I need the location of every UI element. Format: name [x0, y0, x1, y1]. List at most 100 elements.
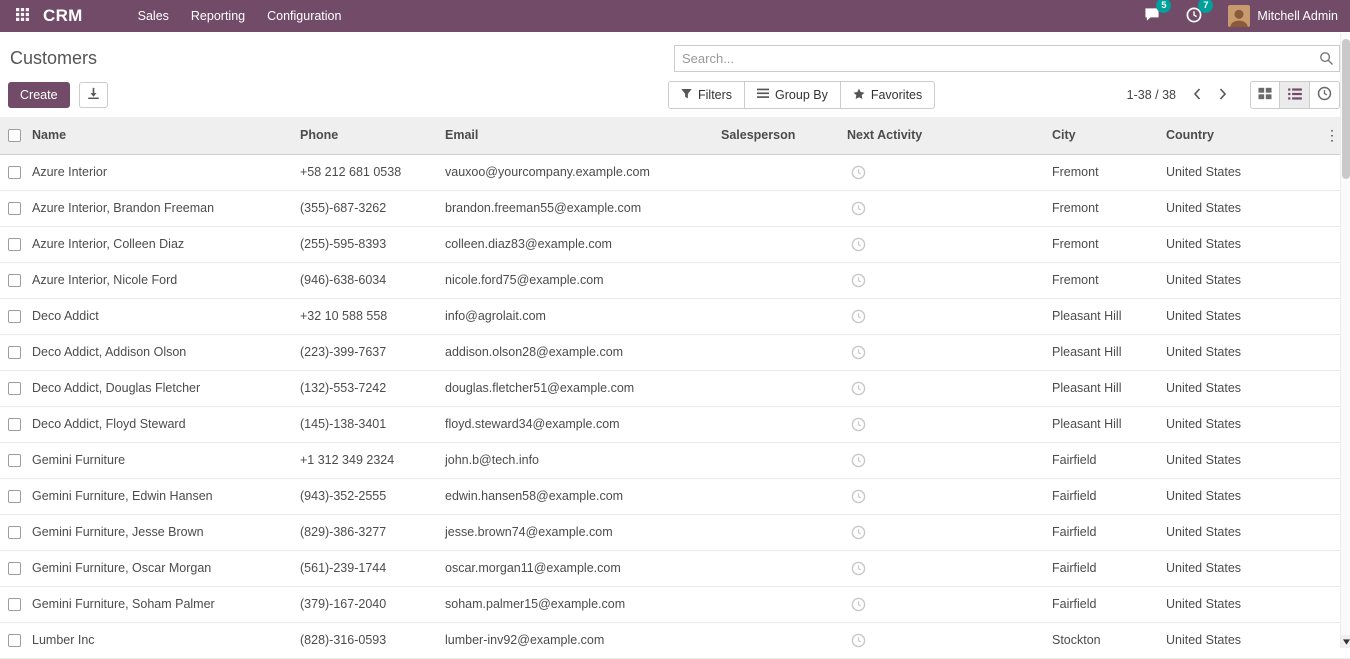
- row-select-cell: [0, 406, 26, 442]
- row-checkbox[interactable]: [8, 382, 21, 395]
- select-all-checkbox[interactable]: [8, 129, 21, 142]
- row-checkbox[interactable]: [8, 526, 21, 539]
- row-checkbox[interactable]: [8, 238, 21, 251]
- cell-next-activity: [841, 190, 1046, 226]
- menu-configuration[interactable]: Configuration: [256, 0, 352, 32]
- export-button[interactable]: [79, 82, 108, 108]
- group-by-button[interactable]: Group By: [745, 81, 841, 109]
- schedule-activity-clock-icon[interactable]: [847, 308, 866, 322]
- schedule-activity-clock-icon[interactable]: [847, 452, 866, 466]
- messages-button[interactable]: 5: [1132, 2, 1172, 30]
- menu-reporting[interactable]: Reporting: [180, 0, 256, 32]
- schedule-activity-clock-icon[interactable]: [847, 488, 866, 502]
- cell-name: Gemini Furniture, Soham Palmer: [26, 586, 294, 622]
- control-panel-top: Customers: [0, 32, 1350, 79]
- table-row[interactable]: Gemini Furniture, Oscar Morgan (561)-239…: [0, 550, 1350, 586]
- navbar-right: 5 7 Mitchell Admin: [1132, 2, 1342, 31]
- row-checkbox[interactable]: [8, 310, 21, 323]
- cell-empty: [1266, 298, 1350, 334]
- activity-view-button[interactable]: [1310, 81, 1340, 109]
- kanban-grid-icon: [1258, 87, 1272, 103]
- app-brand[interactable]: CRM: [43, 6, 83, 26]
- favorites-button[interactable]: Favorites: [841, 81, 935, 109]
- column-header-country[interactable]: Country: [1160, 117, 1266, 154]
- table-row[interactable]: Azure Interior, Nicole Ford (946)-638-60…: [0, 262, 1350, 298]
- apps-menu-button[interactable]: [8, 4, 37, 28]
- column-header-next-activity[interactable]: Next Activity: [841, 117, 1046, 154]
- filters-button[interactable]: Filters: [668, 81, 745, 109]
- control-panel-right: Filters Group By Favorites 1-38 / 38: [668, 81, 1340, 109]
- schedule-activity-clock-icon[interactable]: [847, 164, 866, 178]
- row-checkbox[interactable]: [8, 490, 21, 503]
- cell-email: jesse.brown74@example.com: [439, 514, 715, 550]
- schedule-activity-clock-icon[interactable]: [847, 632, 866, 646]
- row-select-cell: [0, 478, 26, 514]
- schedule-activity-clock-icon[interactable]: [847, 344, 866, 358]
- table-row[interactable]: Deco Addict, Douglas Fletcher (132)-553-…: [0, 370, 1350, 406]
- cell-city: Fairfield: [1046, 514, 1160, 550]
- row-select-cell: [0, 550, 26, 586]
- row-checkbox[interactable]: [8, 202, 21, 215]
- row-select-cell: [0, 190, 26, 226]
- avatar: [1228, 5, 1250, 27]
- row-checkbox[interactable]: [8, 634, 21, 647]
- cell-salesperson: [715, 514, 841, 550]
- table-row[interactable]: Gemini Furniture, Soham Palmer (379)-167…: [0, 586, 1350, 622]
- cell-empty: [1266, 406, 1350, 442]
- cell-phone: +1 312 349 2324: [294, 442, 439, 478]
- create-button[interactable]: Create: [8, 82, 70, 108]
- pager-previous-button[interactable]: [1184, 84, 1210, 107]
- table-row[interactable]: Gemini Furniture +1 312 349 2324 john.b@…: [0, 442, 1350, 478]
- schedule-activity-clock-icon[interactable]: [847, 200, 866, 214]
- table-row[interactable]: Deco Addict +32 10 588 558 info@agrolait…: [0, 298, 1350, 334]
- schedule-activity-clock-icon[interactable]: [847, 380, 866, 394]
- cell-city: Stockton: [1046, 622, 1160, 658]
- column-header-name[interactable]: Name: [26, 117, 294, 154]
- table-row[interactable]: Gemini Furniture, Jesse Brown (829)-386-…: [0, 514, 1350, 550]
- schedule-activity-clock-icon[interactable]: [847, 272, 866, 286]
- table-row[interactable]: Lumber Inc (828)-316-0593 lumber-inv92@e…: [0, 622, 1350, 658]
- row-checkbox[interactable]: [8, 166, 21, 179]
- row-select-cell: [0, 298, 26, 334]
- table-row[interactable]: Deco Addict, Addison Olson (223)-399-763…: [0, 334, 1350, 370]
- row-checkbox[interactable]: [8, 418, 21, 431]
- list-view-button[interactable]: [1280, 81, 1310, 109]
- search-icon[interactable]: [1319, 51, 1334, 69]
- kanban-view-button[interactable]: [1250, 81, 1280, 109]
- schedule-activity-clock-icon[interactable]: [847, 524, 866, 538]
- row-checkbox[interactable]: [8, 346, 21, 359]
- cell-name: Deco Addict, Addison Olson: [26, 334, 294, 370]
- table-row[interactable]: Azure Interior, Colleen Diaz (255)-595-8…: [0, 226, 1350, 262]
- row-checkbox[interactable]: [8, 454, 21, 467]
- activities-button[interactable]: 7: [1174, 2, 1214, 31]
- column-header-salesperson[interactable]: Salesperson: [715, 117, 841, 154]
- user-menu[interactable]: Mitchell Admin: [1216, 5, 1342, 27]
- cell-email: colleen.diaz83@example.com: [439, 226, 715, 262]
- row-checkbox[interactable]: [8, 562, 21, 575]
- control-panel-buttons: Create Filters Group By: [0, 79, 1350, 109]
- cell-phone: (946)-638-6034: [294, 262, 439, 298]
- table-row[interactable]: Deco Addict, Floyd Steward (145)-138-340…: [0, 406, 1350, 442]
- row-select-cell: [0, 370, 26, 406]
- table-row[interactable]: Azure Interior +58 212 681 0538 vauxoo@y…: [0, 154, 1350, 190]
- row-checkbox[interactable]: [8, 598, 21, 611]
- schedule-activity-clock-icon[interactable]: [847, 560, 866, 574]
- scrollbar-down-arrow[interactable]: [1341, 635, 1350, 648]
- column-header-city[interactable]: City: [1046, 117, 1160, 154]
- cell-country: United States: [1160, 586, 1266, 622]
- menu-sales[interactable]: Sales: [127, 0, 180, 32]
- schedule-activity-clock-icon[interactable]: [847, 416, 866, 430]
- pager-next-button[interactable]: [1210, 84, 1236, 107]
- page-title: Customers: [10, 48, 97, 69]
- table-row[interactable]: Gemini Furniture, Edwin Hansen (943)-352…: [0, 478, 1350, 514]
- row-checkbox[interactable]: [8, 274, 21, 287]
- scrollbar-thumb[interactable]: [1342, 39, 1350, 179]
- schedule-activity-clock-icon[interactable]: [847, 236, 866, 250]
- cell-phone: (828)-316-0593: [294, 622, 439, 658]
- table-row[interactable]: Azure Interior, Brandon Freeman (355)-68…: [0, 190, 1350, 226]
- cell-country: United States: [1160, 262, 1266, 298]
- column-header-email[interactable]: Email: [439, 117, 715, 154]
- schedule-activity-clock-icon[interactable]: [847, 596, 866, 610]
- search-input[interactable]: [674, 45, 1340, 72]
- column-header-phone[interactable]: Phone: [294, 117, 439, 154]
